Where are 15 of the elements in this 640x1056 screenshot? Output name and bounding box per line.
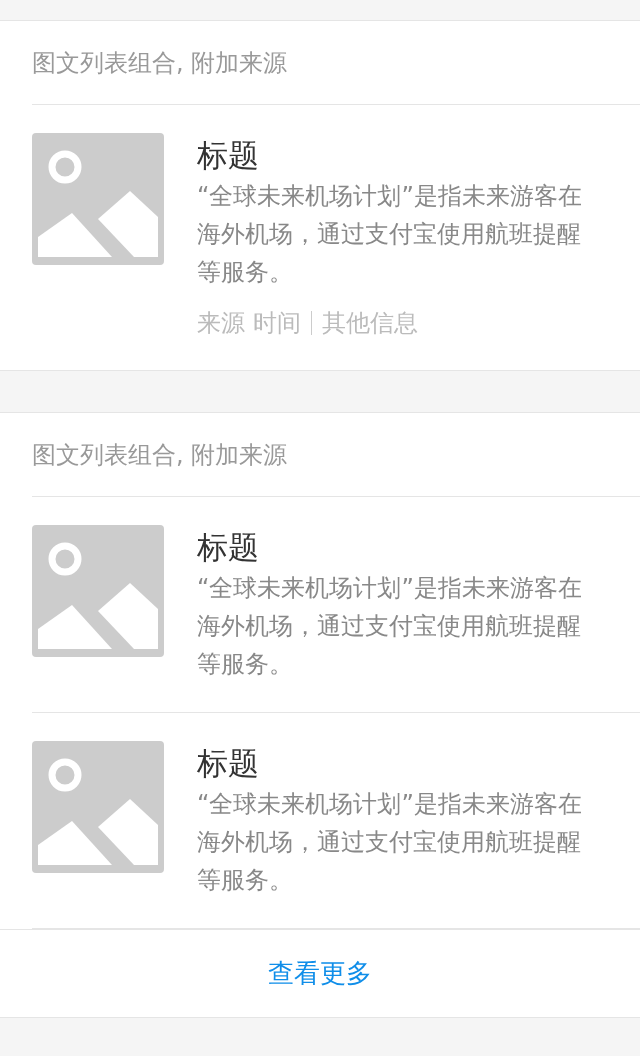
- time-label: 时间: [253, 308, 301, 339]
- item-description: “全球未来机场计划”是指未来游客在海外机场，通过支付宝使用航班提醒等服务。: [197, 573, 583, 680]
- image-placeholder-icon: [32, 741, 164, 873]
- item-title: 标题: [197, 528, 260, 567]
- section-header: 图文列表组合, 附加来源: [32, 439, 288, 471]
- image-placeholder-icon: [32, 525, 164, 657]
- item-description: “全球未来机场计划”是指未来游客在海外机场，通过支付宝使用航班提醒等服务。: [197, 789, 583, 896]
- image-placeholder-icon: [32, 133, 164, 265]
- item-title: 标题: [197, 136, 260, 175]
- item-description: “全球未来机场计划”是指未来游客在海外机场，通过支付宝使用航班提醒等服务。: [197, 181, 583, 288]
- item-title: 标题: [197, 744, 260, 783]
- extra-info-label: 其他信息: [322, 308, 418, 339]
- view-more-link[interactable]: 查看更多: [268, 956, 372, 991]
- source-label: 来源: [197, 308, 245, 339]
- section-header: 图文列表组合, 附加来源: [32, 47, 288, 79]
